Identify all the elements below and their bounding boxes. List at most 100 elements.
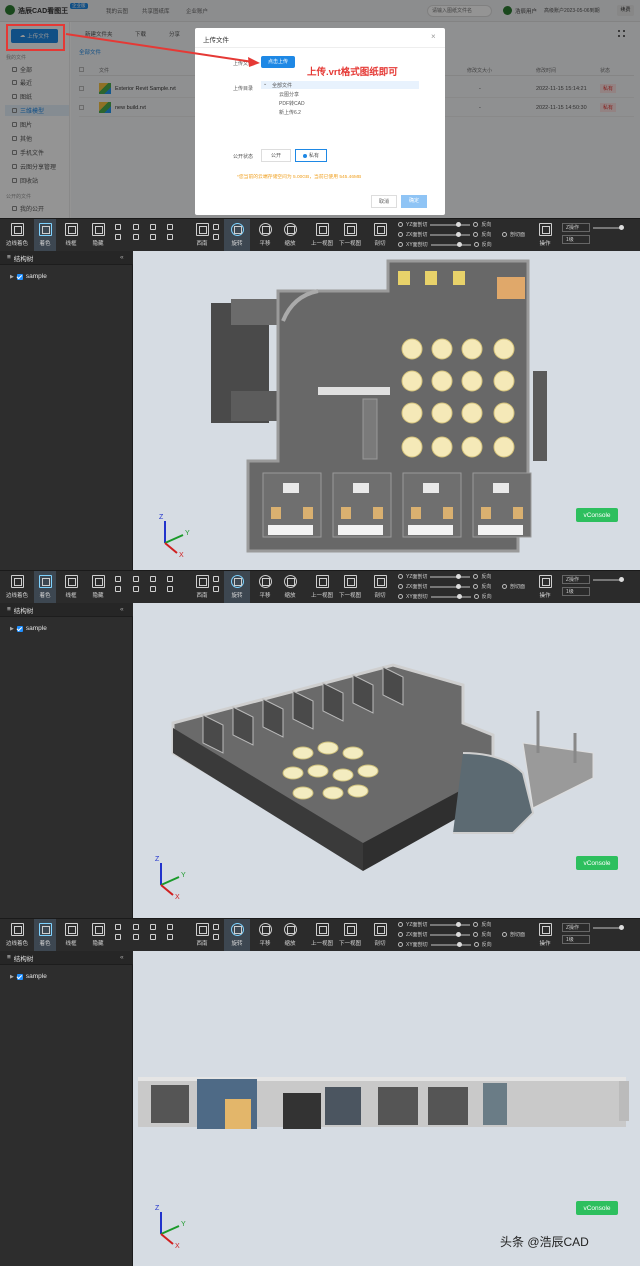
section-slider[interactable] [430, 583, 471, 589]
view-ne-icon[interactable] [167, 924, 173, 930]
z-operate-select[interactable]: Z操作 [562, 923, 624, 932]
section-button[interactable]: 剖切 [366, 219, 394, 252]
southwest-view-button[interactable]: 西南 [188, 571, 216, 604]
level-select[interactable]: 1级 [562, 235, 590, 244]
rotate-button[interactable]: 旋转 [224, 571, 250, 604]
section-yz-row[interactable]: YZ面剖切 反向 [398, 921, 491, 928]
view-top-icon[interactable] [115, 576, 121, 582]
zoom-button[interactable]: 缩放 [276, 571, 304, 604]
view-front-icon[interactable] [133, 576, 139, 582]
wireframe-button[interactable]: 线框 [58, 571, 84, 604]
edge-shading-button[interactable]: 边线着色 [0, 571, 34, 604]
wireframe-button[interactable]: 线框 [58, 219, 84, 252]
section-xy-row[interactable]: XY面剖切 反向 [398, 593, 492, 600]
section-xy-row[interactable]: XY面剖切 反向 [398, 941, 492, 948]
section-yz-row[interactable]: YZ面剖切 反向 [398, 221, 491, 228]
section-zx-row[interactable]: ZX面剖切 反向 [398, 931, 491, 938]
rotate-button[interactable]: 旋转 [224, 219, 250, 252]
prev-view-button[interactable]: 上一视图 [307, 919, 337, 952]
collapse-icon[interactable]: « [120, 606, 124, 613]
view-iso-icon[interactable] [213, 934, 219, 940]
click-upload-button[interactable]: 点击上传 [261, 56, 295, 68]
z-slider[interactable] [593, 924, 624, 930]
view-iso-icon[interactable] [213, 234, 219, 240]
collapse-icon[interactable]: « [120, 254, 124, 261]
view-left-icon[interactable] [150, 924, 156, 930]
view-nw-icon[interactable] [167, 934, 173, 940]
pan-button[interactable]: 平移 [251, 219, 279, 252]
section-slider[interactable] [430, 573, 471, 579]
section-button[interactable]: 剖切 [366, 919, 394, 952]
view-nw-icon[interactable] [167, 586, 173, 592]
view-bottom-icon[interactable] [115, 234, 121, 240]
rotate-button[interactable]: 旋转 [224, 919, 250, 952]
pan-button[interactable]: 平移 [251, 571, 279, 604]
view-top-icon[interactable] [115, 224, 121, 230]
checkbox-checked-icon[interactable] [16, 973, 23, 980]
private-radio[interactable]: 私有 [295, 149, 327, 162]
view-back-icon[interactable] [133, 234, 139, 240]
tree-node-sample[interactable]: ▶ sample [10, 625, 47, 632]
close-icon[interactable]: × [431, 32, 436, 41]
prev-view-button[interactable]: 上一视图 [307, 571, 337, 604]
section-slider[interactable] [430, 231, 471, 237]
view-se-icon[interactable] [213, 224, 219, 230]
view-ne-icon[interactable] [167, 576, 173, 582]
view-front-icon[interactable] [133, 224, 139, 230]
southwest-view-button[interactable]: 西南 [188, 919, 216, 952]
section-slider[interactable] [430, 921, 471, 927]
shading-button[interactable]: 着色 [34, 219, 56, 252]
section-plane-toggle[interactable]: 剖切面 [502, 583, 525, 590]
view-se-icon[interactable] [213, 924, 219, 930]
view-bottom-icon[interactable] [115, 586, 121, 592]
section-slider[interactable] [430, 941, 471, 947]
view-se-icon[interactable] [213, 576, 219, 582]
next-view-button[interactable]: 下一视图 [335, 919, 365, 952]
view-back-icon[interactable] [133, 586, 139, 592]
view-iso-icon[interactable] [213, 586, 219, 592]
pan-button[interactable]: 平移 [251, 919, 279, 952]
operate-button[interactable]: 操作 [533, 219, 557, 252]
section-button[interactable]: 剖切 [366, 571, 394, 604]
operate-button[interactable]: 操作 [533, 571, 557, 604]
view-nw-icon[interactable] [167, 234, 173, 240]
folder-tree-item[interactable]: 新上传6.2 [279, 109, 301, 116]
z-operate-select[interactable]: Z操作 [562, 575, 624, 584]
shading-button[interactable]: 着色 [34, 571, 56, 604]
zoom-button[interactable]: 缩放 [276, 919, 304, 952]
view-top-icon[interactable] [115, 924, 121, 930]
level-select[interactable]: 1级 [562, 587, 590, 596]
section-slider[interactable] [430, 221, 471, 227]
3d-viewport-3[interactable]: vConsole Z Y X [133, 951, 640, 1266]
edge-shading-button[interactable]: 边线着色 [0, 919, 34, 952]
folder-tree-item-root[interactable]: ⌄ 全部文件 [261, 81, 419, 89]
folder-tree-item[interactable]: PDF转CAD [279, 100, 305, 107]
view-left-icon[interactable] [150, 224, 156, 230]
hidden-line-button[interactable]: 隐藏 [85, 219, 111, 252]
confirm-button[interactable]: 确定 [401, 195, 427, 208]
prev-view-button[interactable]: 上一视图 [307, 219, 337, 252]
view-ne-icon[interactable] [167, 224, 173, 230]
shading-button[interactable]: 着色 [34, 919, 56, 952]
tree-node-sample[interactable]: ▶ sample [10, 273, 47, 280]
section-plane-toggle[interactable]: 剖切面 [502, 231, 525, 238]
hidden-line-button[interactable]: 隐藏 [85, 919, 111, 952]
3d-viewport-1[interactable]: vConsole Z Y X [133, 251, 640, 570]
next-view-button[interactable]: 下一视图 [335, 571, 365, 604]
southwest-view-button[interactable]: 西南 [188, 219, 216, 252]
section-yz-row[interactable]: YZ面剖切 反向 [398, 573, 491, 580]
view-right-icon[interactable] [150, 586, 156, 592]
section-zx-row[interactable]: ZX面剖切 反向 [398, 231, 491, 238]
hidden-line-button[interactable]: 隐藏 [85, 571, 111, 604]
section-plane-toggle[interactable]: 剖切面 [502, 931, 525, 938]
public-radio[interactable]: 公开 [261, 149, 291, 162]
view-right-icon[interactable] [150, 234, 156, 240]
z-operate-select[interactable]: Z操作 [562, 223, 624, 232]
section-slider[interactable] [430, 593, 471, 599]
section-slider[interactable] [430, 241, 471, 247]
edge-shading-button[interactable]: 边线着色 [0, 219, 34, 252]
checkbox-checked-icon[interactable] [16, 625, 23, 632]
view-bottom-icon[interactable] [115, 934, 121, 940]
operate-button[interactable]: 操作 [533, 919, 557, 952]
view-back-icon[interactable] [133, 934, 139, 940]
